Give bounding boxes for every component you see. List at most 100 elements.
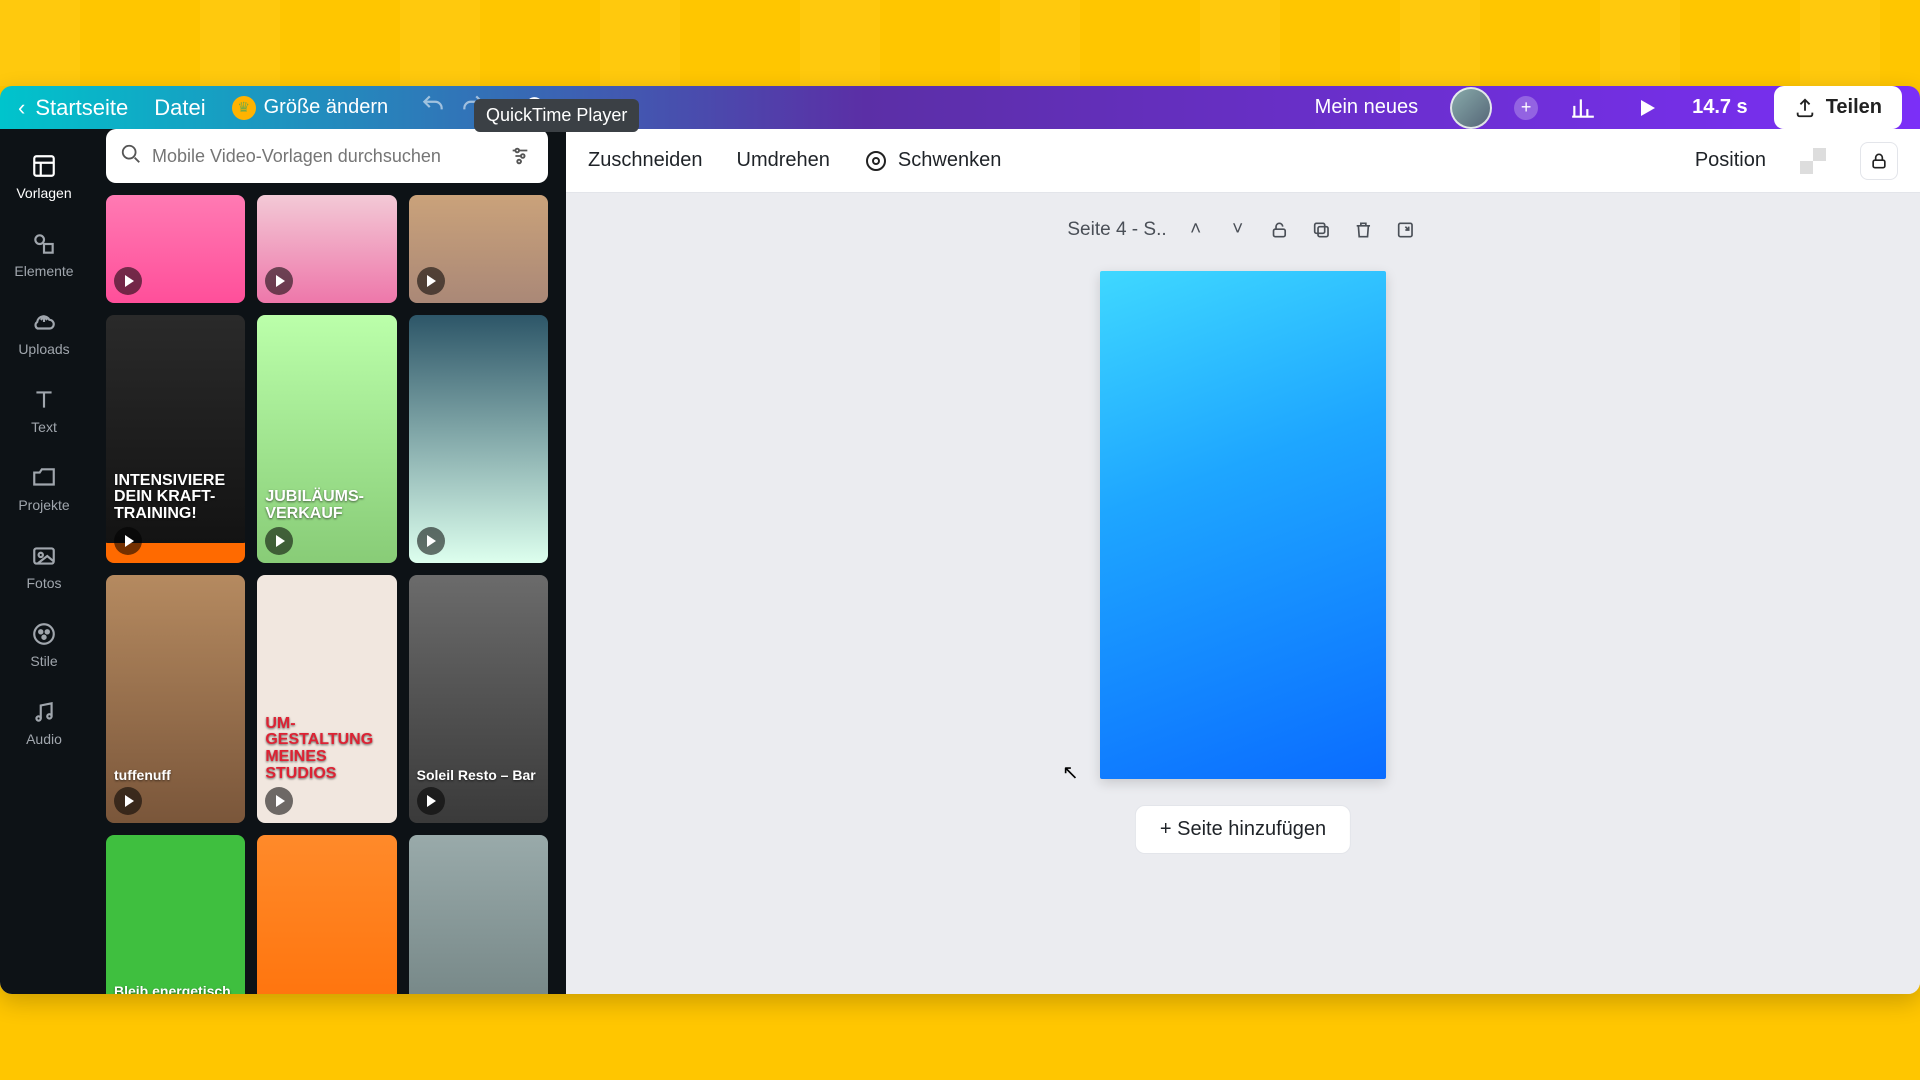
template-search <box>106 129 548 183</box>
project-name[interactable]: Mein neues <box>1315 96 1418 119</box>
template-thumb-label: tuffenuff <box>114 768 237 783</box>
text-icon <box>29 385 59 415</box>
rail-label: Audio <box>26 731 62 747</box>
template-thumb[interactable]: UM-GESTALTUNG MEINES STUDIOS <box>257 575 396 823</box>
add-page-button[interactable]: + Seite hinzufügen <box>1135 805 1351 854</box>
canvas-page[interactable] <box>1100 271 1386 779</box>
chevron-left-icon: ‹ <box>18 95 25 121</box>
play-badge-icon <box>417 267 445 295</box>
photos-icon <box>29 541 59 571</box>
upload-icon <box>1794 97 1816 119</box>
desktop-background-top <box>0 0 1920 86</box>
share-button[interactable]: Teilen <box>1774 86 1902 129</box>
templates-icon <box>29 151 59 181</box>
template-grid[interactable]: INTENSIVIERE DEIN KRAFT-TRAINING! JUBILÄU… <box>88 195 566 994</box>
template-thumb[interactable] <box>409 835 548 994</box>
rail-label: Projekte <box>18 497 69 513</box>
pan-button[interactable]: Schwenken <box>864 149 1001 173</box>
rail-item-elemente[interactable]: Elemente <box>0 217 88 291</box>
page-lock-icon[interactable] <box>1267 217 1293 243</box>
page-label[interactable]: Seite 4 - S.. <box>1067 219 1166 241</box>
audio-icon <box>29 697 59 727</box>
play-badge-icon <box>265 527 293 555</box>
play-badge-icon <box>417 527 445 555</box>
home-link-label: Startseite <box>35 95 128 121</box>
avatar[interactable] <box>1450 87 1492 129</box>
duplicate-page-icon[interactable] <box>1309 217 1335 243</box>
main-area: Vorlagen Elemente Uploads Text Projekte … <box>0 129 1920 994</box>
pan-label: Schwenken <box>898 149 1001 172</box>
rail-label: Vorlagen <box>16 185 71 201</box>
template-thumb[interactable]: IN SZENE SETZEN <box>257 835 396 994</box>
play-badge-icon <box>114 787 142 815</box>
expand-page-icon[interactable] <box>1393 217 1419 243</box>
app-window: ‹ Startseite Datei ♛ Größe ändern QuickT… <box>0 86 1920 994</box>
rail-label: Text <box>31 419 57 435</box>
file-menu[interactable]: Datei <box>154 95 205 121</box>
rail-item-audio[interactable]: Audio <box>0 685 88 759</box>
template-thumb-label: INTENSIVIERE DEIN KRAFT-TRAINING! <box>114 473 237 523</box>
projects-icon <box>29 463 59 493</box>
template-thumb-label: Soleil Resto – Bar <box>417 768 540 783</box>
search-icon <box>120 143 142 170</box>
rail-item-projekte[interactable]: Projekte <box>0 451 88 525</box>
back-home[interactable]: ‹ Startseite <box>18 95 128 121</box>
flip-button[interactable]: Umdrehen <box>737 149 830 172</box>
rail-item-text[interactable]: Text <box>0 373 88 447</box>
rail-label: Stile <box>30 653 57 669</box>
app-header: ‹ Startseite Datei ♛ Größe ändern QuickT… <box>0 86 1920 129</box>
filter-icon[interactable] <box>506 142 534 170</box>
template-thumb[interactable]: tuffenuff <box>106 575 245 823</box>
resize-menu[interactable]: ♛ Größe ändern <box>232 96 389 120</box>
templates-panel: INTENSIVIERE DEIN KRAFT-TRAINING! JUBILÄU… <box>88 129 566 994</box>
template-thumb[interactable] <box>409 315 548 563</box>
share-label: Teilen <box>1826 96 1882 119</box>
rail-label: Elemente <box>14 263 73 279</box>
lock-icon[interactable] <box>1860 142 1898 180</box>
template-thumb-label: JUBILÄUMS-VERKAUF <box>265 489 388 523</box>
desktop-background-bottom <box>0 994 1920 1080</box>
play-icon[interactable] <box>1628 89 1666 127</box>
cursor-icon: ↖ <box>1062 760 1079 785</box>
canvas-area[interactable]: Seite 4 - S.. ˄ ˅ + Seite hinzufügen ˄ <box>566 193 1920 994</box>
crop-button[interactable]: Zuschneiden <box>588 149 703 172</box>
styles-icon <box>29 619 59 649</box>
resize-label: Größe ändern <box>264 96 389 119</box>
crown-icon: ♛ <box>232 96 256 120</box>
transparency-icon[interactable] <box>1800 148 1826 174</box>
rail-item-vorlagen[interactable]: Vorlagen <box>0 139 88 213</box>
side-rail: Vorlagen Elemente Uploads Text Projekte … <box>0 129 88 994</box>
quicktime-tooltip: QuickTime Player <box>474 99 639 132</box>
delete-page-icon[interactable] <box>1351 217 1377 243</box>
search-input[interactable] <box>152 146 496 167</box>
template-thumb[interactable] <box>106 195 245 303</box>
add-collaborator-button[interactable]: + <box>1514 96 1538 120</box>
rail-label: Uploads <box>18 341 69 357</box>
template-thumb[interactable]: Soleil Resto – Bar <box>409 575 548 823</box>
duration-label: 14.7 s <box>1692 96 1748 119</box>
rail-item-uploads[interactable]: Uploads <box>0 295 88 369</box>
template-thumb[interactable] <box>257 195 396 303</box>
page-up-icon[interactable]: ˄ <box>1183 217 1209 243</box>
play-badge-icon <box>114 267 142 295</box>
template-thumb[interactable]: Bleib energetisch und hydriert mit dem B… <box>106 835 245 994</box>
template-thumb-label: Bleib energetisch und hydriert mit dem B… <box>114 984 237 994</box>
play-badge-icon <box>265 787 293 815</box>
rail-label: Fotos <box>26 575 61 591</box>
template-thumb[interactable]: INTENSIVIERE DEIN KRAFT-TRAINING! <box>106 315 245 563</box>
rail-item-stile[interactable]: Stile <box>0 607 88 681</box>
page-down-icon[interactable]: ˅ <box>1225 217 1251 243</box>
page-bar: Seite 4 - S.. ˄ ˅ <box>1067 217 1418 243</box>
play-badge-icon <box>114 527 142 555</box>
play-badge-icon <box>417 787 445 815</box>
template-thumb[interactable] <box>409 195 548 303</box>
template-thumb-label: UM-GESTALTUNG MEINES STUDIOS <box>265 716 388 783</box>
undo-icon[interactable] <box>420 92 446 123</box>
play-badge-icon <box>265 267 293 295</box>
elements-icon <box>29 229 59 259</box>
pan-icon <box>864 149 888 173</box>
rail-item-fotos[interactable]: Fotos <box>0 529 88 603</box>
analytics-icon[interactable] <box>1564 89 1602 127</box>
template-thumb[interactable]: JUBILÄUMS-VERKAUF <box>257 315 396 563</box>
position-button[interactable]: Position <box>1695 149 1766 172</box>
